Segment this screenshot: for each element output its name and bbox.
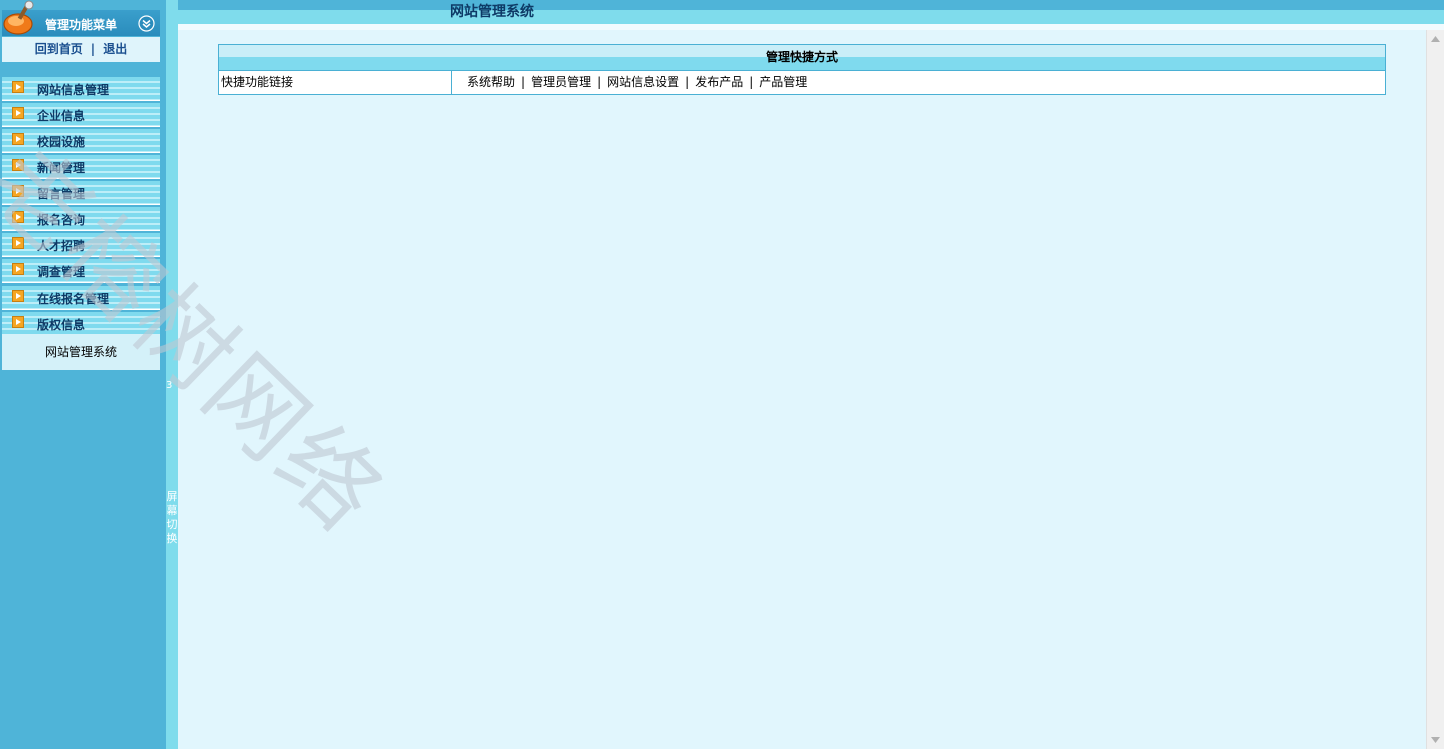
sidebar-item-site-info[interactable]: 网站信息管理 (2, 77, 160, 101)
sidebar-item-label: 新闻管理 (37, 161, 86, 175)
sidebar-item-recruitment[interactable]: 人才招聘 (2, 233, 160, 257)
sidebar: 管理功能菜单 回到首页 | 退出 网站信息管理 企业信息 校园设施 新闻管理 留言管… (0, 0, 166, 749)
arrow-right-icon (12, 263, 24, 275)
top-strip (178, 0, 1444, 10)
link-separator: | (597, 75, 602, 89)
screen-toggle-label: 屏幕切换 (166, 490, 178, 545)
shortcut-links: 系统帮助 | 管理员管理 | 网站信息设置 | 发布产品 | 产品管理 (467, 71, 807, 94)
top-bar: 网站管理系统 (178, 0, 1444, 24)
sidebar-item-label: 人才招聘 (37, 239, 86, 253)
sidebar-item-label: 调查管理 (37, 265, 86, 279)
arrow-right-icon (12, 290, 24, 302)
sidebar-item-label: 校园设施 (37, 135, 86, 149)
sidebar-item-copyright[interactable]: 版权信息 (2, 312, 160, 336)
collapse-icon[interactable] (138, 15, 155, 32)
sidebar-item-label: 留言管理 (37, 187, 86, 201)
link-product-management[interactable]: 产品管理 (759, 75, 807, 89)
vertical-scrollbar[interactable] (1426, 30, 1444, 749)
arrow-right-icon (12, 211, 24, 223)
scroll-up-arrow-icon[interactable] (1428, 32, 1443, 46)
menu-header-title: 管理功能菜单 (45, 18, 118, 32)
home-link[interactable]: 回到首页 (35, 42, 83, 56)
main-top-edge (178, 24, 1444, 30)
link-admin-management[interactable]: 管理员管理 (531, 75, 591, 89)
arrow-right-icon (12, 316, 24, 328)
sidebar-item-label: 在线报名管理 (37, 292, 110, 306)
arrow-right-icon (12, 81, 24, 93)
arrow-right-icon (12, 237, 24, 249)
main-content (178, 24, 1444, 749)
arrow-right-icon (12, 185, 24, 197)
scroll-down-arrow-icon[interactable] (1428, 733, 1443, 747)
arrow-right-icon (12, 133, 24, 145)
table-row: 快捷功能链接 系统帮助 | 管理员管理 | 网站信息设置 | 发布产品 | 产品管理 (219, 71, 1385, 94)
sidebar-item-enrollment-inquiry[interactable]: 报名咨询 (2, 207, 160, 231)
sidebar-footer: 网站管理系统 (2, 334, 160, 370)
sidebar-item-news[interactable]: 新闻管理 (2, 155, 160, 179)
link-system-help[interactable]: 系统帮助 (467, 75, 515, 89)
arrow-right-icon (12, 107, 24, 119)
sidebar-item-messages[interactable]: 留言管理 (2, 181, 160, 205)
shortcut-row-label: 快捷功能链接 (219, 71, 452, 94)
sidebar-item-company-info[interactable]: 企业信息 (2, 103, 160, 127)
sidebar-item-label: 版权信息 (37, 318, 86, 332)
splitter-number: 3 (166, 380, 173, 391)
sidebar-item-label: 报名咨询 (37, 213, 86, 227)
page-title: 网站管理系统 (450, 4, 534, 20)
sidebar-nav-links: 回到首页 | 退出 (2, 37, 160, 62)
shortcut-table-header: 管理快捷方式 (219, 45, 1385, 71)
sidebar-item-campus-facilities[interactable]: 校园设施 (2, 129, 160, 153)
link-separator: | (521, 75, 526, 89)
sidebar-item-online-enrollment[interactable]: 在线报名管理 (2, 286, 160, 310)
sidebar-item-survey[interactable]: 调查管理 (2, 259, 160, 283)
frame-splitter[interactable]: 3 屏幕切换 (166, 0, 178, 749)
sidebar-item-label: 网站信息管理 (37, 83, 110, 97)
nav-separator: | (90, 42, 96, 56)
tools-logo-icon (3, 0, 34, 35)
link-separator: | (749, 75, 754, 89)
shortcut-table: 管理快捷方式 快捷功能链接 系统帮助 | 管理员管理 | 网站信息设置 | 发布产品 | 产品管… (218, 44, 1386, 95)
sidebar-item-label: 企业信息 (37, 109, 86, 123)
link-separator: | (685, 75, 690, 89)
link-site-settings[interactable]: 网站信息设置 (607, 75, 679, 89)
logout-link[interactable]: 退出 (103, 42, 127, 56)
arrow-right-icon (12, 159, 24, 171)
screen-toggle-button[interactable]: 屏幕切换 (166, 490, 178, 546)
link-publish-product[interactable]: 发布产品 (695, 75, 743, 89)
